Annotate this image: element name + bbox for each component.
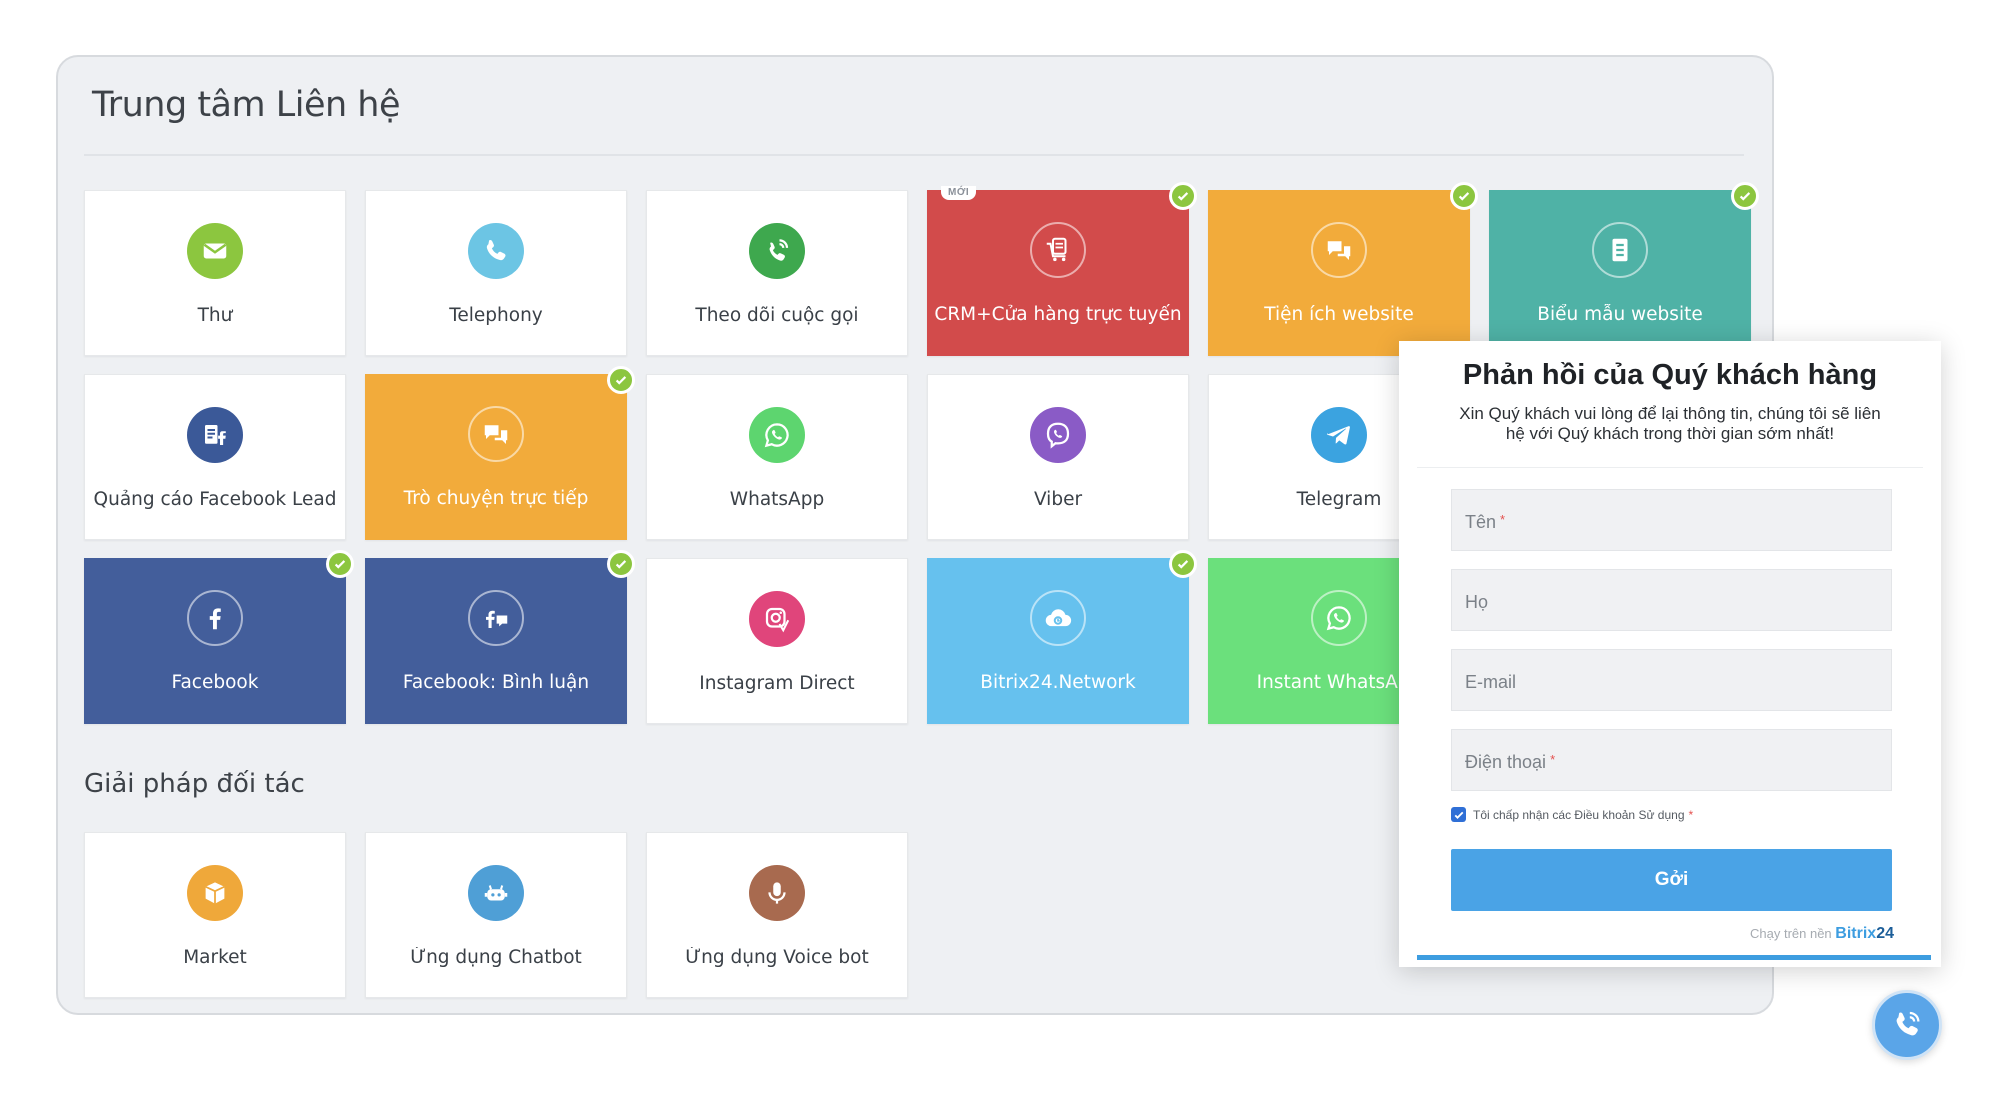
robot-icon (468, 865, 524, 921)
tile-label: Trò chuyện trực tiếp (403, 488, 589, 509)
form-icon (1592, 222, 1648, 278)
powered-by[interactable]: Chạy trên nền Bitrix24 (1750, 925, 1894, 943)
tile-viber[interactable]: Viber (927, 374, 1189, 540)
phone-icon (1896, 1011, 1920, 1036)
phone-icon (468, 223, 524, 279)
tile-facebook-lead-ads[interactable]: Quảng cáo Facebook Lead (84, 374, 346, 540)
tile-label: Instagram Direct (699, 673, 855, 694)
required-mark: * (1688, 807, 1694, 822)
tile-label: Thư (197, 305, 233, 326)
tile-label: Market (183, 947, 247, 968)
partner-solutions-title: Giải pháp đối tác (84, 769, 305, 799)
mail-icon (187, 223, 243, 279)
whatsapp-icon (1311, 590, 1367, 646)
terms-checkbox[interactable] (1451, 807, 1466, 822)
tile-label: CRM+Cửa hàng trực tuyến (934, 304, 1182, 325)
connected-check-icon (1450, 182, 1478, 210)
tile-voicebot-apps[interactable]: Ứng dụng Voice bot (646, 832, 908, 998)
connected-check-icon (607, 550, 635, 578)
tile-label: Bitrix24.Network (980, 672, 1136, 693)
viber-icon (1030, 407, 1086, 463)
tile-facebook-comments[interactable]: Facebook: Bình luận (365, 550, 635, 724)
facebook-comments-icon (468, 590, 524, 646)
first-name-field[interactable]: Tên * (1451, 489, 1892, 551)
feedback-form: Phản hồi của Quý khách hàng Xin Quý khác… (1399, 341, 1941, 967)
field-placeholder: Điện thoại (1465, 752, 1547, 772)
tile-telephony[interactable]: Telephony (365, 190, 627, 356)
tile-label: WhatsApp (729, 489, 825, 510)
terms-consent: Tôi chấp nhận các Điều khoản Sử dụng * (1451, 807, 1693, 822)
submit-button[interactable]: Gởi (1451, 849, 1892, 911)
facebook-lead-icon (187, 407, 243, 463)
email-field[interactable]: E-mail (1451, 649, 1892, 711)
whatsapp-icon (749, 407, 805, 463)
bitrix24-logo: Bitrix24 (1835, 925, 1894, 942)
last-name-field[interactable]: Họ (1451, 569, 1892, 631)
tile-facebook[interactable]: Facebook (84, 550, 354, 724)
telegram-icon (1311, 407, 1367, 463)
callback-button[interactable] (1872, 990, 1942, 1060)
tile-label: Facebook (171, 672, 259, 693)
tile-label: Ứng dụng Voice bot (685, 947, 869, 968)
connected-check-icon (607, 366, 635, 394)
powered-by-text: Chạy trên nền (1750, 926, 1832, 941)
tile-live-chat[interactable]: Trò chuyện trực tiếp (365, 366, 635, 540)
field-placeholder: Tên (1465, 512, 1497, 532)
call-tracking-icon (749, 223, 805, 279)
tile-label: Facebook: Bình luận (402, 672, 590, 693)
terms-label[interactable]: Tôi chấp nhận các Điều khoản Sử dụng (1473, 808, 1685, 822)
tile-label: Tiện ích website (1264, 304, 1414, 325)
form-subtitle: Xin Quý khách vui lòng để lại thông tin,… (1459, 404, 1881, 443)
form-divider (1417, 467, 1923, 468)
tile-market[interactable]: Market (84, 832, 346, 998)
page-title: Trung tâm Liên hệ (92, 85, 401, 125)
tile-call-tracking[interactable]: Theo dõi cuộc gọi (646, 190, 908, 356)
tile-label: Biểu mẫu website (1537, 304, 1703, 325)
title-divider (84, 154, 1744, 156)
connected-check-icon (326, 550, 354, 578)
chat-bubbles-icon (468, 406, 524, 462)
tile-label: Theo dõi cuộc gọi (695, 305, 859, 326)
tile-instagram-direct[interactable]: Instagram Direct (646, 558, 908, 724)
tile-mail[interactable]: Thư (84, 190, 346, 356)
facebook-icon (187, 590, 243, 646)
connected-check-icon (1169, 182, 1197, 210)
tile-bitrix24-network[interactable]: Bitrix24.Network (927, 550, 1197, 724)
tile-label: Ứng dụng Chatbot (410, 947, 582, 968)
tile-label: Viber (1033, 489, 1083, 510)
form-title: Phản hồi của Quý khách hàng (1462, 359, 1878, 391)
tile-website-form[interactable]: Biểu mẫu website (1489, 182, 1759, 356)
chat-bubbles-icon (1311, 222, 1367, 278)
tile-label: Quảng cáo Facebook Lead (93, 489, 337, 510)
cart-icon (1030, 222, 1086, 278)
tile-crm-online-store[interactable]: MỚI CRM+Cửa hàng trực tuyến (927, 182, 1197, 356)
microphone-icon (749, 865, 805, 921)
tile-chatbot-apps[interactable]: Ứng dụng Chatbot (365, 832, 627, 998)
instagram-icon (749, 591, 805, 647)
tile-whatsapp[interactable]: WhatsApp (646, 374, 908, 540)
field-placeholder: Họ (1465, 592, 1489, 612)
connected-check-icon (1731, 182, 1759, 210)
box-icon (187, 865, 243, 921)
cloud-icon (1030, 590, 1086, 646)
tile-website-widget[interactable]: Tiện ích website (1208, 182, 1478, 356)
required-mark: * (1500, 512, 1506, 527)
field-placeholder: E-mail (1465, 672, 1517, 692)
form-accent-bar (1417, 955, 1931, 960)
required-mark: * (1550, 752, 1556, 767)
connected-check-icon (1169, 550, 1197, 578)
new-badge: MỚI (941, 186, 977, 200)
tile-label: Telephony (449, 305, 543, 326)
phone-field[interactable]: Điện thoại * (1451, 729, 1892, 791)
